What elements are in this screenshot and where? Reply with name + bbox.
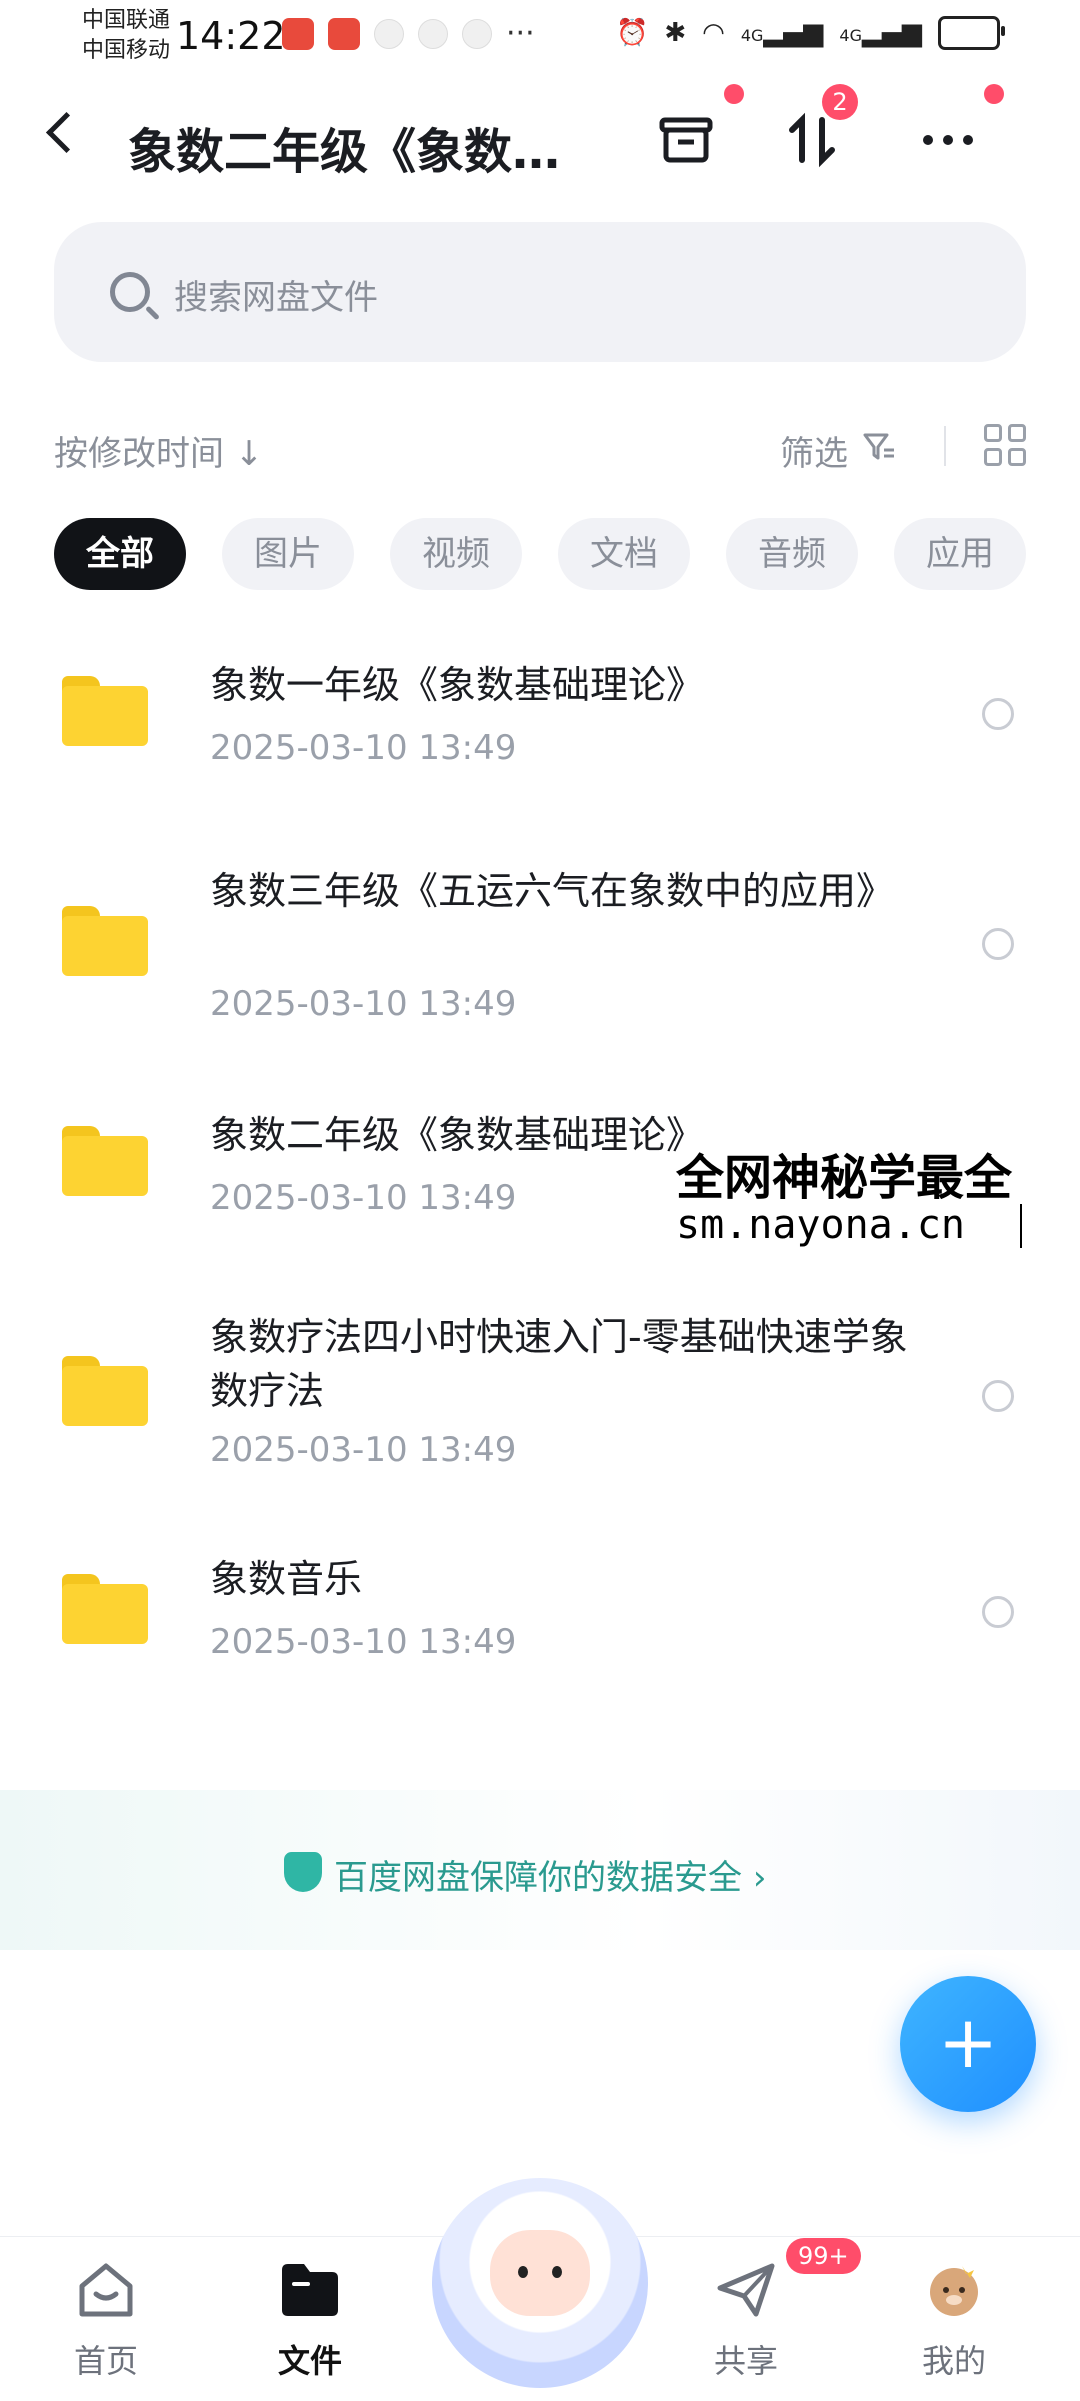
notification-app-icon [418, 19, 448, 49]
nav-mine-label: 我的 [921, 2342, 986, 2380]
signal-icon: 4G▂▄▆ [740, 18, 824, 48]
select-radio[interactable] [982, 1380, 1014, 1412]
nav-files-label: 文件 [277, 2342, 342, 2380]
category-chips: 全部 图片 视频 文档 音频 应用 [54, 518, 1026, 590]
back-icon[interactable] [45, 111, 88, 154]
list-item[interactable]: 象数音乐 2025-03-10 13:49 [0, 1540, 1080, 1710]
bluetooth-icon: ✱ [664, 18, 687, 48]
file-date: 2025-03-10 13:49 [210, 1622, 517, 1662]
watermark-url: sm.nayona.cn [676, 1202, 965, 1248]
folder-icon [62, 906, 148, 976]
chip-images[interactable]: 图片 [222, 518, 354, 590]
filter-button[interactable]: 筛选 [780, 426, 848, 475]
arrow-down-icon: ↓ [234, 434, 264, 474]
more-notifications-icon: ··· [506, 16, 535, 51]
notification-app-icon [328, 18, 360, 50]
status-carriers: 中国联通 中国移动 [82, 6, 170, 66]
file-name: 象数一年级《象数基础理论》 [210, 663, 705, 707]
nav-mine[interactable]: 我的 [884, 2260, 1024, 2382]
alarm-icon: ⏰ [615, 18, 649, 48]
watermark-title: 全网神秘学最全 [676, 1150, 1013, 1206]
chip-documents[interactable]: 文档 [558, 518, 690, 590]
shield-icon [284, 1852, 322, 1892]
select-radio[interactable] [982, 698, 1014, 730]
battery-icon [938, 16, 1005, 50]
list-item[interactable]: 象数三年级《五运六气在象数中的应用》 2025-03-10 13:49 [0, 840, 1080, 1060]
search-placeholder: 搜索网盘文件 [174, 278, 378, 318]
archive-icon [659, 117, 713, 163]
add-button[interactable]: + [900, 1976, 1036, 2112]
text-cursor [1020, 1204, 1022, 1248]
page-title: 象数二年级《象数基础理论》 [128, 124, 588, 180]
nav-home[interactable]: 首页 [36, 2260, 176, 2382]
notification-app-icon [374, 19, 404, 49]
file-name: 象数三年级《五运六气在象数中的应用》 [210, 869, 895, 913]
trash-notification-dot [724, 84, 744, 104]
more-button[interactable] [916, 108, 980, 172]
select-radio[interactable] [982, 928, 1014, 960]
nav-home-label: 首页 [73, 2342, 138, 2380]
paper-plane-icon [717, 2263, 775, 2317]
chip-apps[interactable]: 应用 [894, 518, 1026, 590]
search-icon [110, 272, 150, 312]
more-dots-icon [923, 135, 973, 145]
file-name: 象数疗法四小时快速入门-零基础快速学象数疗法 [210, 1315, 908, 1413]
sort-button[interactable]: 按修改时间 ↓ [54, 426, 263, 475]
nav-files[interactable]: 文件 [240, 2260, 380, 2382]
transfer-count-badge: 2 [822, 84, 858, 120]
file-date: 2025-03-10 13:49 [210, 1430, 517, 1470]
folder-icon [282, 2264, 338, 2316]
filter-icon[interactable] [862, 430, 896, 464]
notification-app-icon [462, 19, 492, 49]
chip-videos[interactable]: 视频 [390, 518, 522, 590]
sort-label: 按修改时间 [54, 434, 224, 474]
select-radio[interactable] [982, 1596, 1014, 1628]
share-count-badge: 99+ [786, 2238, 861, 2274]
nav-share[interactable]: 共享 [676, 2260, 816, 2382]
list-item[interactable]: 象数疗法四小时快速入门-零基础快速学象数疗法 2025-03-10 13:49 [0, 1300, 1080, 1520]
status-system-icons: ⏰ ✱ ◠ 4G▂▄▆ 4G▂▄▆ [615, 16, 1005, 50]
file-date: 2025-03-10 13:49 [210, 1178, 517, 1218]
toolbar-divider [944, 426, 946, 466]
security-link[interactable]: 百度网盘保障你的数据安全 › [334, 1850, 766, 1899]
file-name: 象数音乐 [210, 1557, 363, 1601]
grid-view-icon[interactable] [984, 424, 1026, 466]
carrier-label-2: 中国移动 [82, 38, 171, 63]
file-date: 2025-03-10 13:49 [210, 984, 517, 1024]
signal-icon: 4G▂▄▆ [839, 18, 922, 48]
notification-app-icon [282, 18, 314, 50]
chevron-right-icon: › [752, 1858, 767, 1898]
list-item[interactable]: 象数一年级《象数基础理论》 2025-03-10 13:49 [0, 620, 1080, 810]
trash-button[interactable] [654, 108, 718, 172]
folder-icon [62, 676, 148, 746]
home-icon [79, 2263, 133, 2317]
status-notification-icons: ··· [282, 18, 535, 50]
file-date: 2025-03-10 13:49 [210, 728, 517, 768]
folder-icon [62, 1356, 148, 1426]
folder-icon [62, 1574, 148, 1644]
security-text: 百度网盘保障你的数据安全 [334, 1858, 742, 1898]
chip-audio[interactable]: 音频 [726, 518, 858, 590]
folder-icon [62, 1126, 148, 1196]
carrier-label-1: 中国联通 [82, 8, 171, 33]
nav-share-label: 共享 [713, 2342, 778, 2380]
chip-all[interactable]: 全部 [54, 518, 186, 590]
avatar [930, 2266, 978, 2316]
more-notification-dot [984, 84, 1004, 104]
status-time: 14:22 [176, 14, 286, 58]
mascot-icon [490, 2230, 590, 2316]
wifi-icon: ◠ [702, 18, 725, 48]
